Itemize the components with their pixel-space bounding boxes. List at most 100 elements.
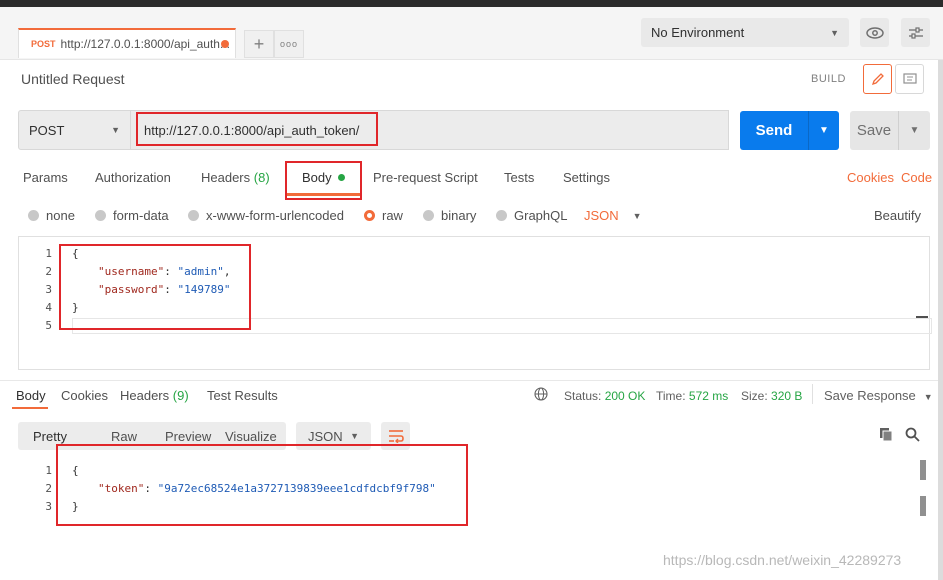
request-title[interactable]: Untitled Request	[21, 71, 125, 87]
body-type-none[interactable]: none	[28, 208, 75, 223]
window-scrollbar[interactable]	[938, 60, 943, 580]
response-tab-headers[interactable]: Headers (9)	[120, 388, 189, 403]
size-value: 320 B	[771, 389, 803, 403]
comment-icon	[902, 72, 917, 84]
response-scrollbar-thumb-lower[interactable]	[920, 496, 926, 516]
tab-authorization[interactable]: Authorization	[95, 170, 171, 185]
editor-scroll-marker	[916, 316, 928, 318]
tab-tests[interactable]: Tests	[504, 170, 534, 185]
response-tab-cookies[interactable]: Cookies	[61, 388, 108, 403]
caret-down-icon: ▼	[111, 125, 120, 135]
send-button[interactable]: Send ▼	[740, 111, 839, 150]
body-type-graphql[interactable]: GraphQL	[496, 208, 567, 223]
status-divider	[812, 384, 813, 404]
caret-down-icon: ▼	[632, 210, 642, 221]
status-value: 200 OK	[604, 389, 646, 403]
globe-icon[interactable]	[534, 387, 548, 404]
radio-icon	[28, 210, 39, 221]
response-tab-body[interactable]: Body	[16, 388, 46, 403]
wrap-lines-icon	[388, 430, 404, 443]
save-response-label: Save Response	[824, 388, 916, 403]
environment-select-value: No Environment	[651, 25, 745, 40]
cookies-link[interactable]: Cookies	[847, 170, 894, 185]
tab-pre-request-script[interactable]: Pre-request Script	[373, 170, 478, 185]
comments-button[interactable]	[895, 64, 924, 94]
tab-params[interactable]: Params	[23, 170, 68, 185]
beautify-link[interactable]: Beautify	[874, 208, 921, 223]
unsaved-dot-icon	[221, 40, 229, 48]
save-button[interactable]: Save ▼	[850, 111, 930, 150]
new-tab-button[interactable]: +	[244, 30, 274, 58]
size-label: Size:	[741, 389, 768, 403]
response-size: Size: 320 B	[741, 389, 802, 403]
save-options-caret-icon[interactable]: ▼	[899, 125, 930, 136]
radio-icon	[188, 210, 199, 221]
response-time: Time: 572 ms	[656, 389, 728, 403]
build-mode-label: BUILD	[811, 73, 846, 85]
highlight-box-request-body	[59, 244, 251, 330]
window-top-bar	[0, 0, 943, 7]
radio-icon	[95, 210, 106, 221]
view-visualize-button[interactable]: Visualize	[225, 429, 285, 444]
body-type-raw[interactable]: raw	[364, 208, 403, 223]
highlight-box-body-tab	[285, 161, 362, 200]
watermark: https://blog.csdn.net/weixin_42289273	[663, 552, 902, 568]
eye-icon	[865, 26, 884, 39]
body-type-urlencoded-label: x-www-form-urlencoded	[206, 208, 344, 223]
send-button-label: Send	[755, 122, 793, 139]
request-tab[interactable]: POST http://127.0.0.1:8000/api_auth...	[18, 28, 236, 58]
response-format-value: JSON	[308, 428, 343, 444]
response-status: Status: 200 OK	[564, 389, 645, 403]
tab-settings[interactable]: Settings	[563, 170, 610, 185]
body-type-urlencoded[interactable]: x-www-form-urlencoded	[188, 208, 344, 223]
line-number: 4	[45, 301, 52, 314]
method-select-value: POST	[29, 122, 65, 138]
more-tabs-button[interactable]: ooo	[274, 30, 304, 58]
manage-environments-button[interactable]	[901, 18, 930, 47]
tab-headers-label: Headers	[201, 170, 251, 185]
response-scrollbar-thumb[interactable]	[920, 460, 926, 480]
caret-down-icon: ▼	[830, 27, 839, 38]
response-tab-body-underline	[12, 407, 48, 409]
status-label: Status:	[564, 389, 602, 403]
body-type-binary[interactable]: binary	[423, 208, 476, 223]
time-value: 572 ms	[688, 389, 729, 403]
save-response-button[interactable]: Save Response ▼	[824, 388, 933, 403]
line-number: 2	[45, 482, 52, 495]
view-preview-button[interactable]: Preview	[165, 429, 225, 444]
radio-selected-icon	[364, 210, 375, 221]
edit-request-button[interactable]	[863, 64, 892, 94]
caret-down-icon: ▼	[923, 392, 933, 402]
body-type-raw-label: raw	[382, 208, 403, 223]
line-number: 2	[45, 265, 52, 278]
tab-headers[interactable]: Headers (8)	[201, 170, 270, 185]
method-select[interactable]: POST ▼	[18, 110, 131, 150]
request-tab-url: http://127.0.0.1:8000/api_auth...	[60, 37, 230, 51]
body-format-select[interactable]: JSON ▼	[584, 208, 642, 223]
view-raw-button[interactable]: Raw	[85, 429, 165, 444]
search-icon[interactable]	[905, 427, 920, 445]
response-tab-headers-label: Headers	[120, 388, 170, 403]
body-type-binary-label: binary	[441, 208, 477, 223]
body-type-graphql-label: GraphQL	[514, 208, 568, 223]
send-options-caret-icon[interactable]: ▼	[809, 125, 839, 136]
environment-quick-look-button[interactable]	[860, 18, 889, 47]
line-number: 1	[45, 247, 52, 260]
tab-headers-count: (8)	[253, 170, 270, 185]
environment-select[interactable]: No Environment ▼	[641, 18, 849, 47]
pencil-icon	[871, 73, 884, 86]
body-format-value: JSON	[584, 208, 619, 223]
response-tab-test-results[interactable]: Test Results	[207, 388, 278, 403]
caret-down-icon: ▼	[350, 431, 359, 441]
copy-icon[interactable]	[879, 427, 893, 445]
line-number: 5	[45, 319, 52, 332]
body-type-none-label: none	[46, 208, 75, 223]
body-type-form-data[interactable]: form-data	[95, 208, 169, 223]
body-type-form-data-label: form-data	[113, 208, 169, 223]
line-number: 3	[45, 283, 52, 296]
code-link[interactable]: Code	[901, 170, 932, 185]
view-pretty-button[interactable]: Pretty	[18, 429, 85, 444]
line-number: 3	[45, 500, 52, 513]
line-number: 1	[45, 464, 52, 477]
save-button-label: Save	[856, 122, 892, 139]
